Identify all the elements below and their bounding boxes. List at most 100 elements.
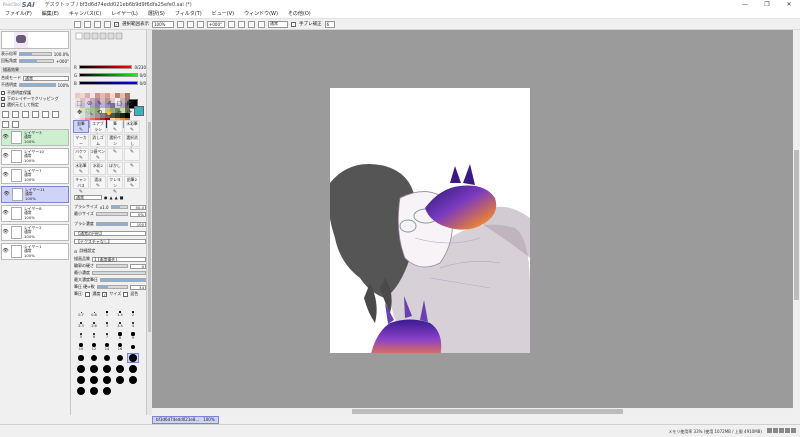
density-slider[interactable] — [95, 222, 128, 226]
edge-value[interactable]: 0 — [130, 263, 146, 269]
brush-tool[interactable]: クレヨン ✎ — [107, 176, 123, 195]
brush-tool[interactable]: 鉛筆 ✎ — [73, 120, 89, 133]
menu-filter[interactable]: フィルタ(T) — [170, 10, 207, 17]
clear-layer-icon[interactable] — [52, 111, 59, 118]
layer-row[interactable]: 👁 レイヤー8 通常 100% — [1, 205, 69, 222]
document-tab[interactable]: bf3d6d74edd021e8... 100% — [152, 416, 219, 424]
red-slider[interactable] — [78, 65, 133, 69]
visibility-eye-icon[interactable]: 👁 — [2, 209, 9, 218]
brush-size-preset[interactable]: 12 — [88, 342, 100, 352]
brush-size-preset[interactable] — [101, 375, 113, 385]
effect-header[interactable]: 描画効果 — [1, 67, 70, 73]
brush-size-preset[interactable]: 2.3 — [75, 320, 87, 330]
brush-size-preset[interactable] — [88, 353, 100, 363]
brush-size-preset[interactable] — [75, 364, 87, 374]
redo-icon[interactable] — [84, 20, 91, 28]
quality-select[interactable]: 1 (速度優先) — [92, 256, 146, 262]
min-density-slider[interactable] — [92, 271, 146, 275]
layer-row[interactable]: 👁 レイヤー10 通常 100% — [1, 148, 69, 165]
zoom-reset-icon[interactable] — [197, 20, 204, 28]
menu-select[interactable]: 選択(S) — [143, 10, 170, 17]
brush-tool[interactable]: 鉛筆2 ✎ — [124, 176, 140, 189]
hardness-slider[interactable] — [96, 285, 128, 289]
menu-window[interactable]: ウィンドウ(W) — [239, 10, 283, 17]
zoom-in-icon[interactable] — [187, 20, 194, 28]
zoom-out-icon[interactable] — [177, 20, 184, 28]
brush-mode-select[interactable]: 通常 — [74, 194, 102, 200]
brush-size-preset[interactable] — [88, 386, 100, 396]
hardness-value[interactable]: 34 — [130, 284, 146, 290]
zoom-select[interactable]: 100% — [152, 20, 174, 28]
magic-wand-icon[interactable]: ✎ — [95, 100, 104, 108]
brush-size-preset[interactable] — [75, 386, 87, 396]
protect-opacity-row[interactable]: 不透明度保護 — [1, 90, 31, 95]
nav-angle-slider[interactable] — [19, 59, 54, 63]
hand-icon[interactable]: 🔍 — [85, 109, 94, 117]
rect-select-icon[interactable]: ⬚ — [75, 100, 84, 108]
menu-other[interactable]: その他(O) — [283, 10, 316, 17]
secondary-color[interactable] — [134, 106, 144, 116]
minimize-button[interactable]: — — [734, 0, 756, 9]
merge-down-icon[interactable] — [42, 111, 49, 118]
brush-shape-select[interactable]: 【通常の円形】 — [74, 230, 146, 236]
brush-size-preset[interactable]: 6 — [88, 331, 100, 341]
brush-size-preset[interactable]: 0.7 — [75, 309, 87, 319]
layer-row[interactable]: 👁 レイヤー3 通常 100% — [1, 129, 69, 146]
flip-icon[interactable] — [258, 20, 265, 28]
brush-size-preset[interactable] — [127, 375, 139, 385]
horizontal-scroll-thumb[interactable] — [352, 409, 623, 414]
eyedropper-icon[interactable]: ✋ — [105, 109, 114, 117]
canvas-area[interactable] — [152, 30, 793, 408]
pressure-size-checkbox[interactable]: ✓ — [102, 291, 108, 297]
rotate-right-icon[interactable] — [238, 20, 245, 28]
zoom-icon[interactable]: ◩ — [125, 100, 134, 108]
brush-tool[interactable]: ✎ — [124, 148, 140, 161]
shape-mound-icon[interactable]: ▲ — [115, 195, 118, 200]
shape-circle-icon[interactable]: ● — [104, 195, 108, 200]
brush-size-preset[interactable]: 9 — [127, 331, 139, 341]
new-folder-icon[interactable] — [22, 111, 29, 118]
brush-size-preset[interactable]: 8 — [114, 331, 126, 341]
brush-size-preset[interactable]: 1.5 — [114, 309, 126, 319]
shape-triangle-icon[interactable]: ▲ — [110, 195, 113, 200]
menu-layer[interactable]: レイヤー(L) — [106, 10, 143, 17]
rotate-left-icon[interactable] — [228, 20, 235, 28]
brush-size-preset[interactable]: 1 — [101, 309, 113, 319]
edge-slider[interactable] — [96, 264, 128, 268]
close-button[interactable]: ✕ — [778, 0, 800, 9]
menu-canvas[interactable]: キャンバス(C) — [64, 10, 106, 17]
deselect-icon[interactable] — [94, 20, 101, 28]
brush-tool[interactable]: ぼかし ✎ — [107, 162, 123, 175]
pressure-blend-checkbox[interactable] — [123, 291, 129, 297]
brush-tool[interactable]: 選択ペン ✎ — [107, 134, 123, 153]
detail-header[interactable]: ⊟ 詳細設定 — [74, 248, 146, 254]
maximize-button[interactable]: ❐ — [756, 0, 778, 9]
visibility-eye-icon[interactable]: 👁 — [2, 171, 9, 180]
brush-size-preset[interactable]: 3.5 — [114, 320, 126, 330]
brush-size-preset[interactable]: 16 — [114, 342, 126, 352]
brush-tool[interactable]: 水彩2 ✎ — [90, 162, 106, 175]
menu-edit[interactable]: 編集(E) — [37, 10, 64, 17]
brush-size-preset[interactable]: 0.8 — [88, 309, 100, 319]
brush-tool[interactable]: 消しゴム✎ — [90, 134, 106, 153]
brush-size-value[interactable]: 50.0 — [130, 204, 146, 210]
menu-file[interactable]: ファイル(F) — [0, 10, 37, 17]
brush-size-preset[interactable]: 4 — [127, 320, 139, 330]
max-pressure-slider[interactable] — [100, 278, 146, 282]
brush-size-preset[interactable] — [127, 364, 139, 374]
detail-toggle-icon[interactable]: ⊟ — [74, 249, 77, 254]
brush-size-preset[interactable] — [88, 375, 100, 385]
green-slider[interactable] — [79, 73, 138, 77]
shape-square-icon[interactable]: ■ — [120, 195, 124, 200]
undo-icon[interactable] — [74, 20, 81, 28]
invert-selection-icon[interactable] — [104, 20, 111, 28]
blend-mode-select[interactable]: 通常 — [268, 20, 288, 28]
brush-texture-select[interactable]: 【テクスチャなし】 — [74, 238, 146, 244]
tool-panel-scroll-thumb[interactable] — [148, 122, 151, 332]
visibility-eye-icon[interactable]: 👁 — [2, 133, 9, 142]
layer-row[interactable]: 👁 レイヤー2 通常 100% — [1, 224, 69, 241]
brush-tool[interactable]: 水彩筆 ✎ — [73, 162, 89, 175]
layer-row[interactable]: 👁 レイヤー1 通常 100% — [1, 243, 69, 260]
brush-size-preset[interactable] — [101, 353, 113, 363]
brush-size-preset[interactable]: 5 — [75, 331, 87, 341]
